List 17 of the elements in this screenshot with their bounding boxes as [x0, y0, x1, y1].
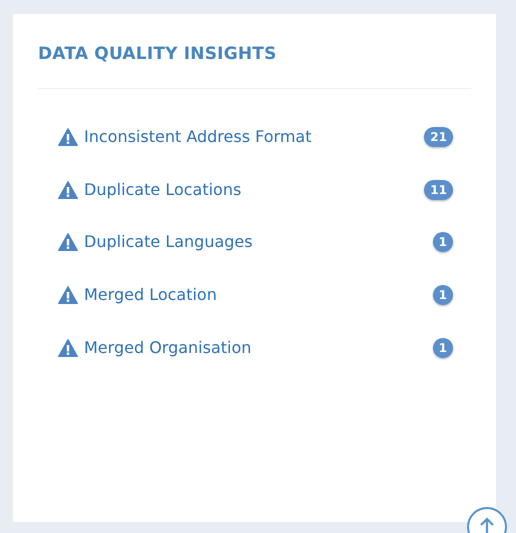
insight-link[interactable]: Duplicate Locations: [84, 178, 242, 202]
warning-icon: [58, 233, 78, 252]
insight-link[interactable]: Duplicate Languages: [84, 230, 253, 254]
insight-link[interactable]: Merged Location: [84, 283, 217, 308]
warning-icon: [58, 338, 78, 357]
warning-icon: [58, 286, 78, 304]
count-badge: 1: [432, 232, 453, 252]
count-badge: 11: [424, 180, 453, 200]
warning-icon: [58, 128, 78, 146]
panel-title: DATA QUALITY INSIGHTS: [38, 43, 278, 66]
warning-icon: [58, 180, 78, 199]
up-arrow-icon: [479, 517, 495, 533]
insight-link[interactable]: Merged Organisation: [84, 336, 252, 360]
count-badge: 1: [432, 285, 453, 306]
count-badge: 1: [432, 338, 453, 358]
count-badge: 21: [424, 127, 453, 148]
insight-link[interactable]: Inconsistent Address Format: [84, 125, 312, 150]
